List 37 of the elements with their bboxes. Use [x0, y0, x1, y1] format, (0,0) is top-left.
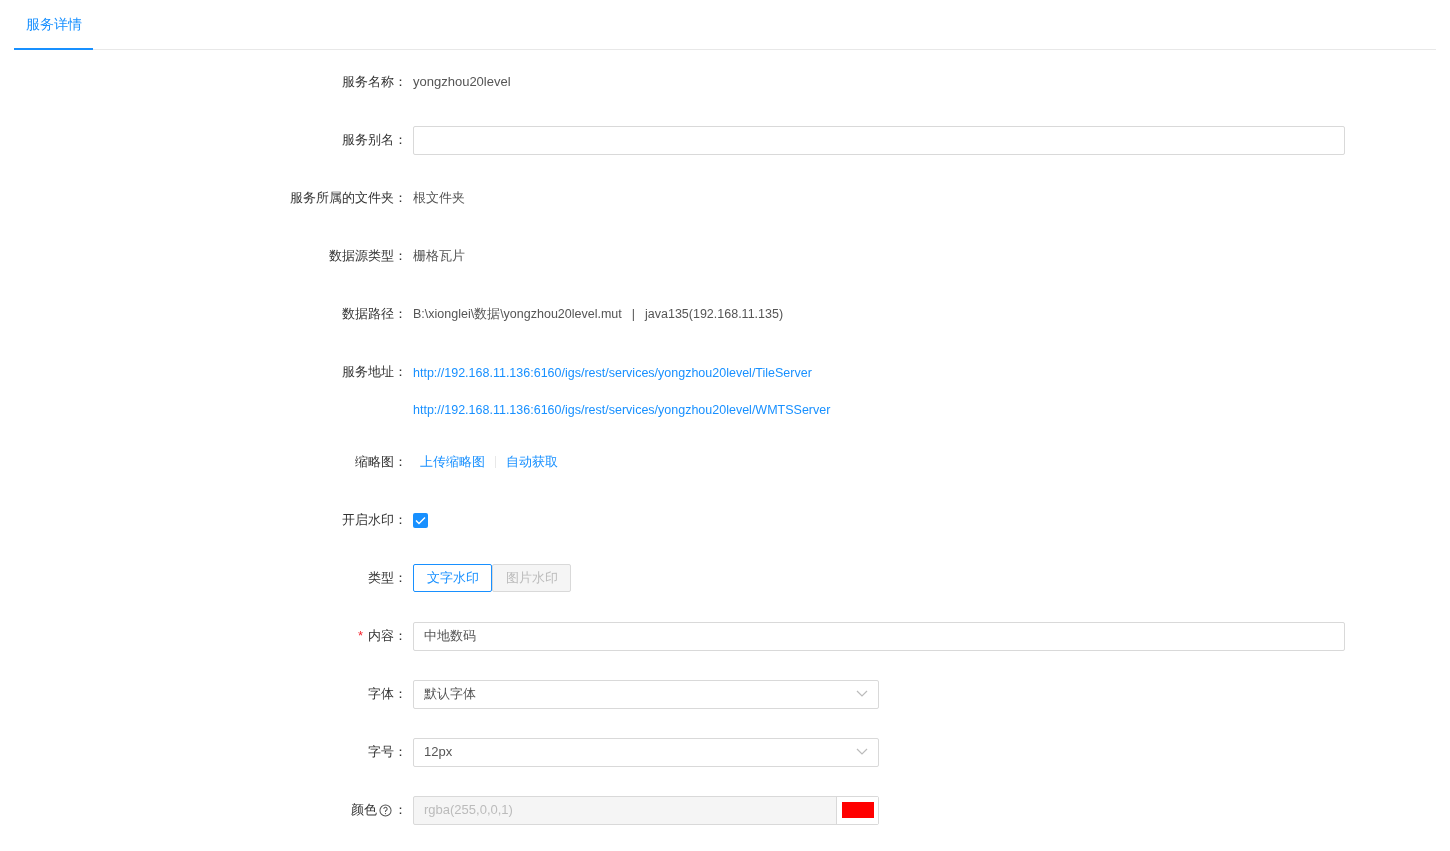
field-label: 颜色 [351, 801, 377, 819]
color-swatch[interactable] [841, 802, 874, 818]
service-link[interactable]: http://192.168.11.136:6160/igs/rest/services/yongzhou20level/WMTSServer [413, 401, 831, 419]
field-value: 根文件夹 [413, 189, 466, 207]
tab[interactable]: 服务详情 [14, 0, 93, 50]
host-name: java135(192.168.11.135) [645, 305, 784, 323]
field-label: 服务名称： [342, 73, 407, 91]
field-value: 栅格瓦片 [413, 247, 466, 265]
checkbox[interactable] [413, 512, 428, 528]
action-link[interactable]: 上传缩略图 [420, 452, 485, 472]
text-input-field[interactable]: 中地数码 [413, 621, 1345, 651]
action-link[interactable]: 自动获取 [506, 452, 558, 472]
required-mark: * [357, 627, 363, 645]
field-label: 服务别名： [342, 131, 407, 149]
field-label: 服务所属的文件夹： [290, 189, 407, 207]
chevron-down-icon [856, 748, 868, 756]
field-label: 数据路径： [342, 305, 407, 323]
field-label-colon: ： [394, 801, 407, 820]
field-label: 服务地址： [342, 363, 407, 381]
field-label: 字号： [368, 743, 407, 761]
field-label: 类型： [368, 569, 407, 587]
field-label: 数据源类型： [329, 247, 407, 265]
field-label: 字体： [368, 685, 407, 703]
text-input-field[interactable] [413, 125, 1345, 155]
field-label: 开启水印： [342, 511, 407, 529]
separator: | [631, 305, 635, 323]
segment-button[interactable]: 文字水印 [413, 564, 492, 592]
color-picker-field[interactable]: rgba(255,0,0,1) [413, 795, 879, 825]
select-field[interactable]: 默认字体 [413, 679, 879, 709]
chevron-down-icon [856, 690, 868, 698]
service-link[interactable]: http://192.168.11.136:6160/igs/rest/services/yongzhou20level/TileServer [413, 364, 812, 382]
select-field[interactable]: 12px [413, 737, 879, 767]
field-value: yongzhou20level [413, 73, 512, 91]
field-label: 内容： [368, 627, 407, 645]
data-path: B:\xionglei\数据\yongzhou20level.mut [413, 305, 622, 323]
field-label: 缩略图： [355, 453, 407, 471]
color-value: rgba(255,0,0,1) [424, 801, 513, 820]
